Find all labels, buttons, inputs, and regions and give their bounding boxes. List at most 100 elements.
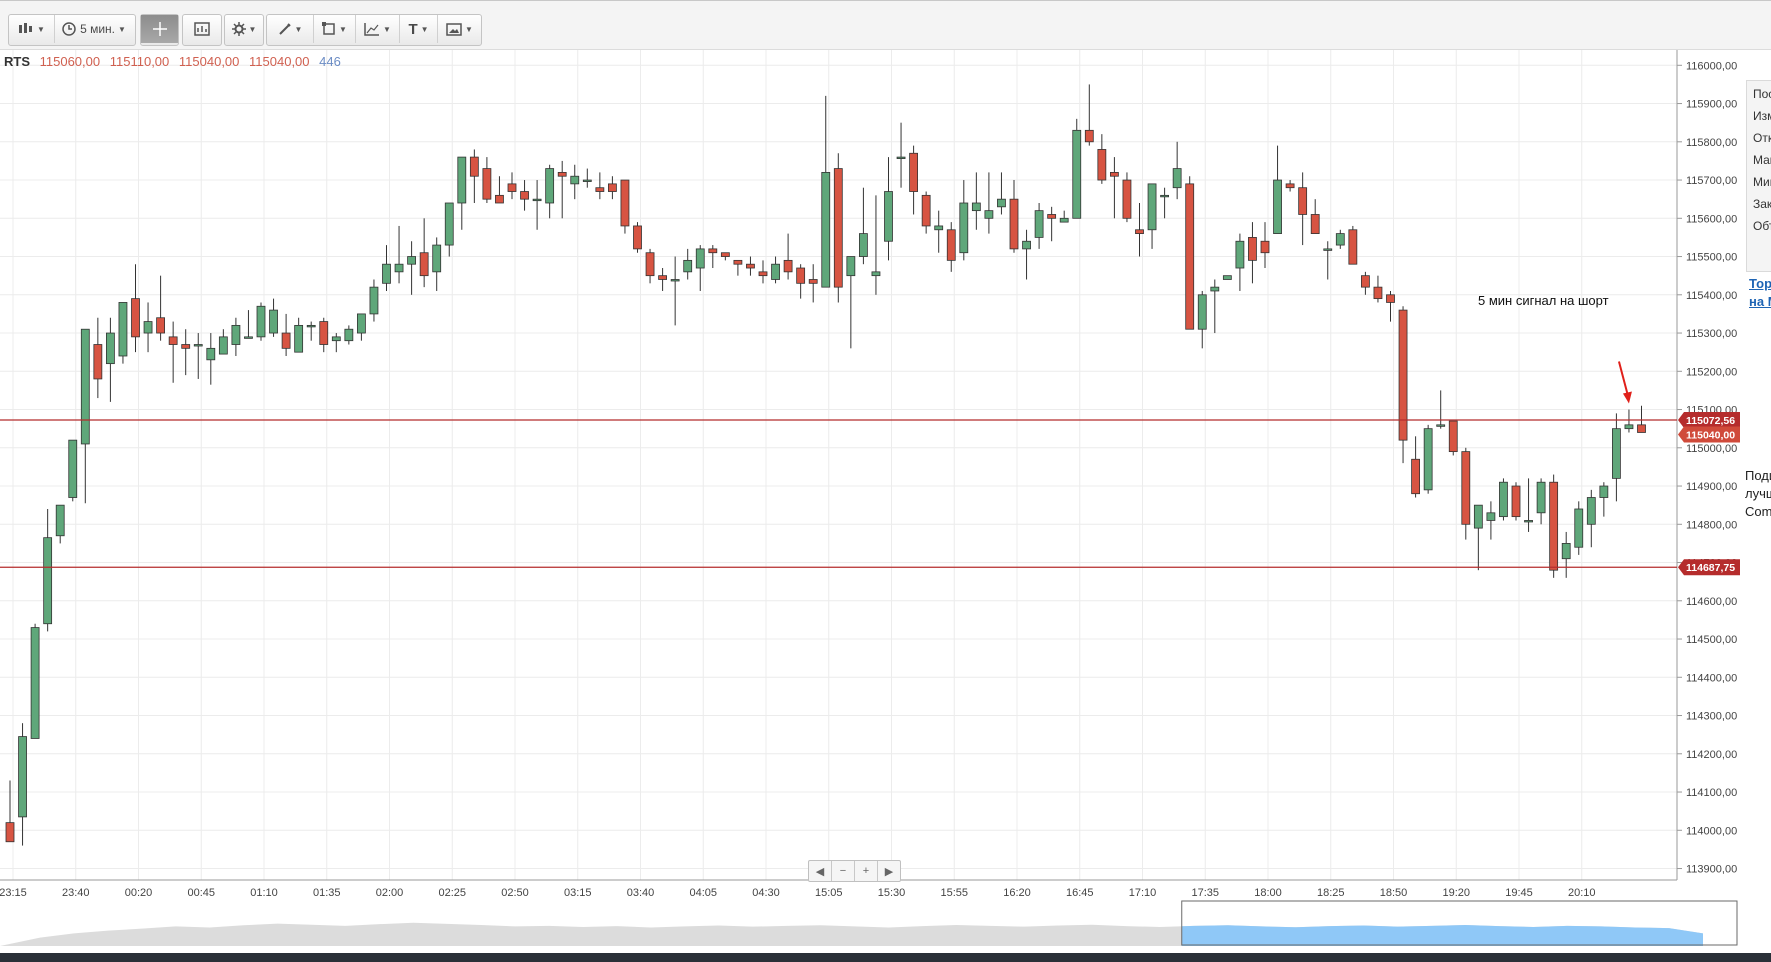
candle-body [1135,229,1144,234]
candle-body [1361,275,1370,288]
y-tick-label: 114800,00 [1686,519,1737,531]
image-button[interactable]: ▼ [438,15,481,43]
candle-body [771,263,780,280]
candle-body [1436,424,1446,427]
candle-body [1248,237,1257,261]
chevron-down-icon: ▼ [118,24,126,34]
candle-body [884,191,893,242]
y-tick-label: 115800,00 [1686,137,1737,149]
candle-body [1348,229,1358,265]
x-tick-label: 19:45 [1505,887,1533,899]
candle-body [269,309,278,334]
settings-button[interactable]: ▼ [225,15,263,43]
y-tick-label: 114600,00 [1686,596,1737,608]
candle-body [131,298,140,338]
x-tick-label: 23:15 [0,887,27,899]
x-tick-label: 23:40 [62,887,90,899]
candle-body [1172,168,1182,189]
quote-last-label: Посл [1753,87,1771,101]
candle-body [658,275,667,280]
y-tick-label: 116000,00 [1686,60,1737,72]
candle-body [1009,198,1019,250]
candle-body [532,198,542,202]
candle-body [1486,512,1496,521]
candle-body [783,259,793,273]
y-tick-label: 114400,00 [1686,672,1737,684]
pencil-icon [278,23,291,35]
candle-body [444,202,454,246]
y-tick-label: 114000,00 [1686,825,1737,837]
candle-body [959,202,969,254]
candle-body [833,168,843,288]
y-tick-label: 114500,00 [1686,634,1737,646]
y-tick-label: 114100,00 [1686,787,1737,799]
x-tick-label: 02:25 [438,887,466,899]
candle-body [1084,129,1094,143]
indicators-button[interactable] [183,15,221,43]
text-button[interactable]: T ▼ [400,15,438,43]
trade-link-line-2[interactable]: на М [1749,294,1771,309]
candle-body [1561,543,1571,560]
y-tick-label: 114900,00 [1686,481,1737,493]
candle-body [720,252,730,257]
y-tick-label: 115900,00 [1686,99,1737,111]
candle-body [1034,210,1044,238]
y-tick-label: 114300,00 [1686,711,1737,723]
candle-body [1461,451,1471,525]
quote-change-label: Изме [1753,109,1771,123]
candle-body [55,504,65,537]
candle-body [1612,428,1621,479]
quote-side-panel: Посл Изме Откр Макс Мин Закр Объ Торг на… [1743,50,1771,962]
candle-body [1210,286,1220,292]
x-tick-label: 04:05 [689,887,717,899]
x-tick-label: 17:10 [1129,887,1157,899]
candle-body [1536,481,1546,514]
promo-line-3: Com [1745,504,1771,519]
candle-body [1335,233,1345,246]
symbol-name: RTS [4,54,30,69]
candle-body [1310,214,1320,234]
shapes-button[interactable]: ▼ [314,15,356,43]
candle-body [896,156,906,159]
crosshair-button[interactable] [141,15,178,43]
candlestick-icon [19,23,33,33]
image-icon [446,22,462,36]
candle-body [821,171,831,288]
x-tick-label: 04:30 [752,887,780,899]
draw-button[interactable]: ▼ [267,15,314,43]
trade-link-line-1[interactable]: Торг [1749,276,1771,291]
chevron-down-icon: ▼ [248,24,257,34]
level-price-label: 115072,56 [1686,415,1735,427]
y-tick-label: 115400,00 [1686,290,1737,302]
candle-body [758,271,768,277]
chart-type-button[interactable]: ▼ [9,15,55,43]
symbol-close: 115040,00 [249,54,310,69]
quote-low-label: Мин [1753,175,1771,189]
candle-body [608,183,617,192]
candle-body [369,286,379,315]
candle-body [670,279,680,282]
zoom-in-button[interactable]: + [855,861,878,881]
text-tool-label: T [408,20,418,38]
quote-high-label: Макс [1753,153,1771,167]
zoom-out-button[interactable]: − [832,861,855,881]
quote-volume-label: Объ [1753,219,1771,233]
scroll-left-button[interactable]: ◀ [809,861,832,881]
candle-body [18,736,27,818]
chevron-down-icon: ▼ [383,24,391,34]
symbol-high: 115110,00 [109,54,170,69]
candle-body [306,324,316,328]
candle-body [1273,179,1282,234]
timeframe-button[interactable]: 5 мин. ▼ [55,15,133,43]
candle-body [1323,248,1333,251]
chart-tools-button[interactable]: ▼ [356,15,400,43]
shape-icon [322,22,335,35]
candle-body [1511,485,1521,518]
candle-body [1059,217,1069,223]
scroll-right-button[interactable]: ▶ [878,861,900,881]
chevron-down-icon: ▼ [465,24,473,34]
candle-body [1411,458,1420,495]
x-tick-label: 00:20 [125,887,153,899]
candlestick-chart[interactable]: 113900,00 114000,00 114100,00 114200,00 1143… [0,50,1743,962]
x-tick-label: 18:00 [1254,887,1282,899]
